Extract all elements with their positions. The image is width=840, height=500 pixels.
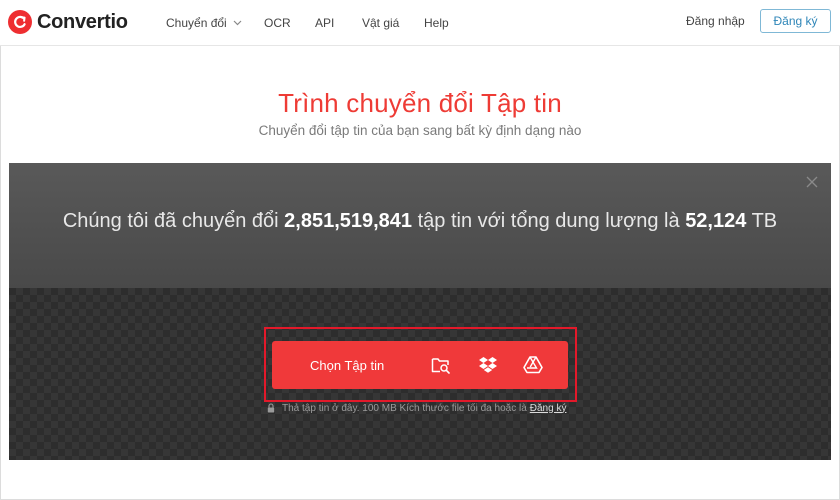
stats-files-count: 2,851,519,841 xyxy=(284,210,413,232)
nav-help-label: Help xyxy=(424,16,449,30)
nav-convert-label: Chuyển đổi xyxy=(166,16,227,30)
nav-convert[interactable]: Chuyển đổi xyxy=(166,0,242,46)
nav-pricing[interactable]: Vật giá xyxy=(362,0,399,46)
stats-total-size: 52,124 xyxy=(685,210,747,232)
dropbox-icon[interactable] xyxy=(475,341,501,389)
chevron-down-icon xyxy=(233,20,242,26)
nav-api[interactable]: API xyxy=(315,0,334,46)
convertio-logo-icon xyxy=(8,10,32,34)
stats-middle: tập tin với tổng dung lượng là xyxy=(417,210,680,232)
signup-link[interactable]: Đăng ký xyxy=(530,403,567,414)
nav-api-label: API xyxy=(315,16,335,30)
page-title: Trình chuyển đổi Tập tin xyxy=(278,88,562,118)
nav-ocr[interactable]: OCR xyxy=(264,0,291,46)
folder-search-icon[interactable] xyxy=(428,341,454,389)
drop-hint: Thả tập tin ở đây. 100 MB Kích thước fil… xyxy=(267,401,566,415)
google-drive-icon[interactable] xyxy=(520,341,546,389)
logo[interactable]: Convertio xyxy=(8,8,128,36)
stats-prefix: Chúng tôi đã chuyển đổi xyxy=(62,210,279,232)
choose-files-button[interactable]: Chọn Tập tin xyxy=(272,341,568,389)
conversion-stats: Chúng tôi đã chuyển đổi 2,851,519,841 tậ… xyxy=(9,210,831,233)
top-header: Convertio Chuyển đổi OCR API Vật giá Hel… xyxy=(0,0,840,46)
stats-unit: TB xyxy=(751,210,778,232)
nav-pricing-label: Vật giá xyxy=(362,16,400,30)
lock-icon xyxy=(267,403,275,413)
signup-button[interactable]: Đăng ký xyxy=(760,9,831,33)
login-link[interactable]: Đăng nhập xyxy=(686,0,745,42)
nav-ocr-label: OCR xyxy=(264,16,291,30)
choose-files-label: Chọn Tập tin xyxy=(310,357,385,373)
nav-help[interactable]: Help xyxy=(424,0,449,46)
close-icon[interactable] xyxy=(804,174,820,190)
converter-panel: Chúng tôi đã chuyển đổi 2,851,519,841 tậ… xyxy=(9,163,831,460)
logo-text: Convertio xyxy=(37,10,128,33)
drop-hint-text: Thả tập tin ở đây. 100 MB Kích thước fil… xyxy=(282,402,527,414)
page-subtitle: Chuyển đổi tập tin của bạn sang bất kỳ đ… xyxy=(258,123,582,138)
